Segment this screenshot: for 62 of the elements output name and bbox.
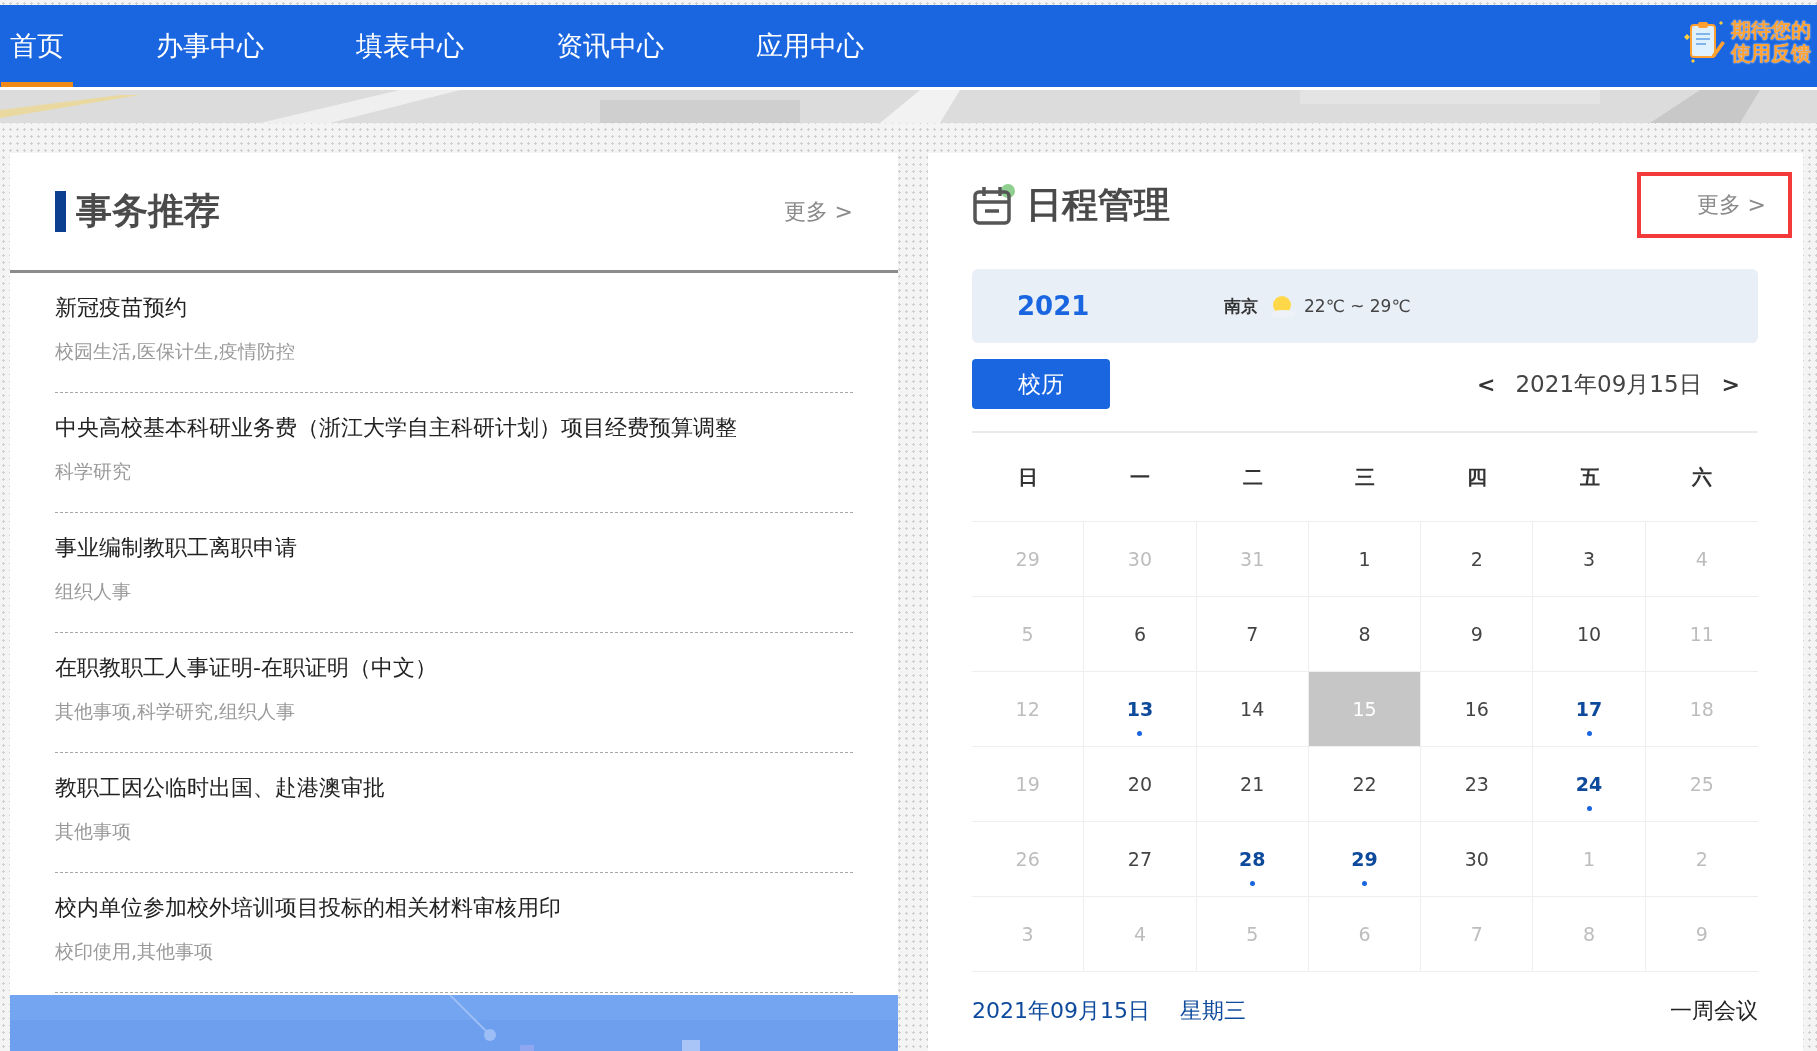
affair-tags: 科学研究 [55,459,853,485]
calendar-day[interactable]: 1 [1308,522,1422,597]
calendar-day[interactable]: 10 [1533,597,1646,672]
calendar-day[interactable]: 28 [1196,822,1309,897]
calendar-day[interactable]: 7 [1196,597,1309,672]
affair-title[interactable]: 新冠疫苗预约 [55,293,853,323]
affair-tags: 组织人事 [55,579,853,605]
weekday-header: 二 [1241,463,1264,491]
title-accent-bar [55,191,66,232]
calendar-day[interactable]: 6 [1084,597,1197,672]
affair-title[interactable]: 教职工因公临时出国、赴港澳审批 [55,773,853,803]
calendar-day[interactable]: 21 [1196,747,1309,822]
calendar-day[interactable]: 2 [1421,522,1534,597]
school-calendar-button[interactable]: 校历 [972,359,1110,409]
affair-title[interactable]: 事业编制教职工离职申请 [55,533,853,563]
event-dot [1249,881,1255,886]
calendar-day[interactable]: 27 [1084,822,1197,897]
previous-button[interactable]: < [1473,371,1500,397]
calendar-day[interactable]: 24 [1533,747,1646,822]
weekday-header: 四 [1466,463,1489,491]
weekday-header: 日 [1017,463,1040,491]
affair-tags: 校园生活,医保计生,疫情防控 [55,339,853,365]
affair-tags: 校印使用,其他事项 [55,939,853,965]
affair-tags: 其他事项 [55,819,853,845]
temperature-range: 22℃ ~ 29℃ [1304,296,1411,316]
calendar-day[interactable]: 23 [1421,747,1534,822]
next-button[interactable]: > [1717,371,1744,397]
calendar-day[interactable]: 17 [1533,672,1646,747]
panel-title: 事务推荐 [76,189,220,233]
calendar-day[interactable]: 13 [1084,672,1197,747]
affair-tags: 其他事项,科学研究,组织人事 [55,699,853,725]
calendar-day[interactable]: 16 [1421,672,1534,747]
affair-title[interactable]: 校内单位参加校外培训项目投标的相关材料审核用印 [55,893,853,923]
city-label: 南京 [1224,294,1258,318]
calendar-day[interactable]: 30 [1421,822,1534,897]
footer-date: 2021年09月15日 [972,997,1150,1025]
weekday-header: 三 [1354,463,1376,491]
nav-tab[interactable]: 填表中心 [347,5,473,87]
calendar-day[interactable]: 22 [1308,747,1422,822]
weekday-label: 星期三 [1180,997,1246,1025]
calendar-day[interactable]: 20 [1084,747,1197,822]
current-date: 2021年09月15日 [1515,369,1702,399]
meetings-link[interactable]: 一周会议 [1670,996,1758,1026]
event-dot [1586,806,1592,811]
nav-tab[interactable]: 办事中心 [147,5,273,87]
weekday-header: 五 [1578,463,1601,491]
calendar-icon [972,184,1016,226]
calendar-day[interactable]: 3 [1533,522,1646,597]
affair-title[interactable]: 在职教职工人事证明-在职证明（中文） [55,653,853,683]
event-dot [1586,731,1592,736]
calendar-day[interactable]: 14 [1196,672,1309,747]
event-dot [1137,731,1143,736]
weekday-header: 一 [1129,463,1152,491]
calendar-day[interactable]: 9 [1421,597,1534,672]
event-dot [1362,881,1367,886]
nav-tab[interactable]: 应用中心 [747,5,873,87]
calendar-day[interactable]: 29 [1308,822,1422,897]
affair-title[interactable]: 中央高校基本科研业务费（浙江大学自主科研计划）项目经费预算调整 [55,413,853,443]
panel-title: 日程管理 [1026,182,1170,227]
year-label: 2021 [1017,291,1091,321]
weekday-header: 六 [1690,463,1713,491]
nav-tab[interactable]: 资讯中心 [547,5,673,87]
